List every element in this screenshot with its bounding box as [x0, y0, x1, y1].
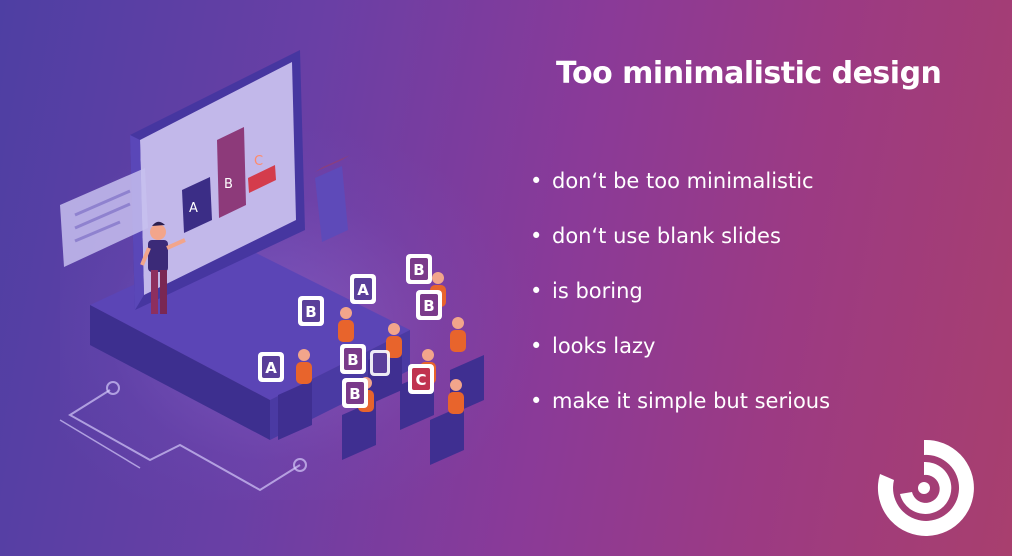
answer-card: B [298, 296, 324, 326]
podium [315, 155, 350, 242]
answer-card: A [258, 352, 284, 382]
bullet-item: • looks lazy [530, 331, 830, 386]
bullet-dot-icon: • [530, 389, 543, 413]
answer-card-letter: B [347, 351, 358, 369]
answer-card-letter: B [349, 385, 360, 403]
answer-card-letter: A [357, 281, 369, 299]
chart-label-b: B [224, 177, 233, 192]
slide-title: Too minimalistic design [556, 56, 942, 91]
chart-label-a: A [189, 201, 198, 216]
chart-label-c: C [254, 154, 263, 169]
bullet-dot-icon: • [530, 279, 543, 303]
bullet-text: don‘t be too minimalistic [552, 169, 814, 193]
bullet-item: • don‘t be too minimalistic [530, 166, 830, 221]
bullet-text: looks lazy [552, 334, 656, 358]
answer-card [370, 350, 390, 376]
answer-card-letter: B [423, 297, 434, 315]
answer-card-letter: A [265, 359, 277, 377]
bullet-item: • don‘t use blank slides [530, 221, 830, 276]
bullet-item: • make it simple but serious [530, 386, 830, 441]
answer-card: B [340, 344, 366, 374]
bullet-dot-icon: • [530, 334, 543, 358]
answer-card: B [406, 254, 432, 284]
answer-card-letter: B [305, 303, 316, 321]
bullet-dot-icon: • [530, 224, 543, 248]
bullet-dot-icon: • [530, 169, 543, 193]
bullet-item: • is boring [530, 276, 830, 331]
bullet-text: make it simple but serious [552, 389, 831, 413]
spiral-logo-icon [877, 439, 974, 536]
bullet-text: is boring [552, 279, 643, 303]
bullet-text: don‘t use blank slides [552, 224, 781, 248]
presentation-illustration: A B C B A B B B A B C [59, 50, 484, 492]
bullet-list: • don‘t be too minimalistic • don‘t use bl… [530, 166, 830, 441]
answer-card-letter: C [415, 371, 426, 389]
presentation-slide: A B C B A B B B A B C Too minimalistic d… [0, 0, 1012, 556]
answer-card: B [416, 290, 442, 320]
answer-card: A [350, 274, 376, 304]
answer-card-letter: B [413, 261, 424, 279]
answer-card: B [342, 378, 368, 408]
chart-bar-b [217, 127, 246, 218]
answer-card: C [408, 364, 434, 394]
